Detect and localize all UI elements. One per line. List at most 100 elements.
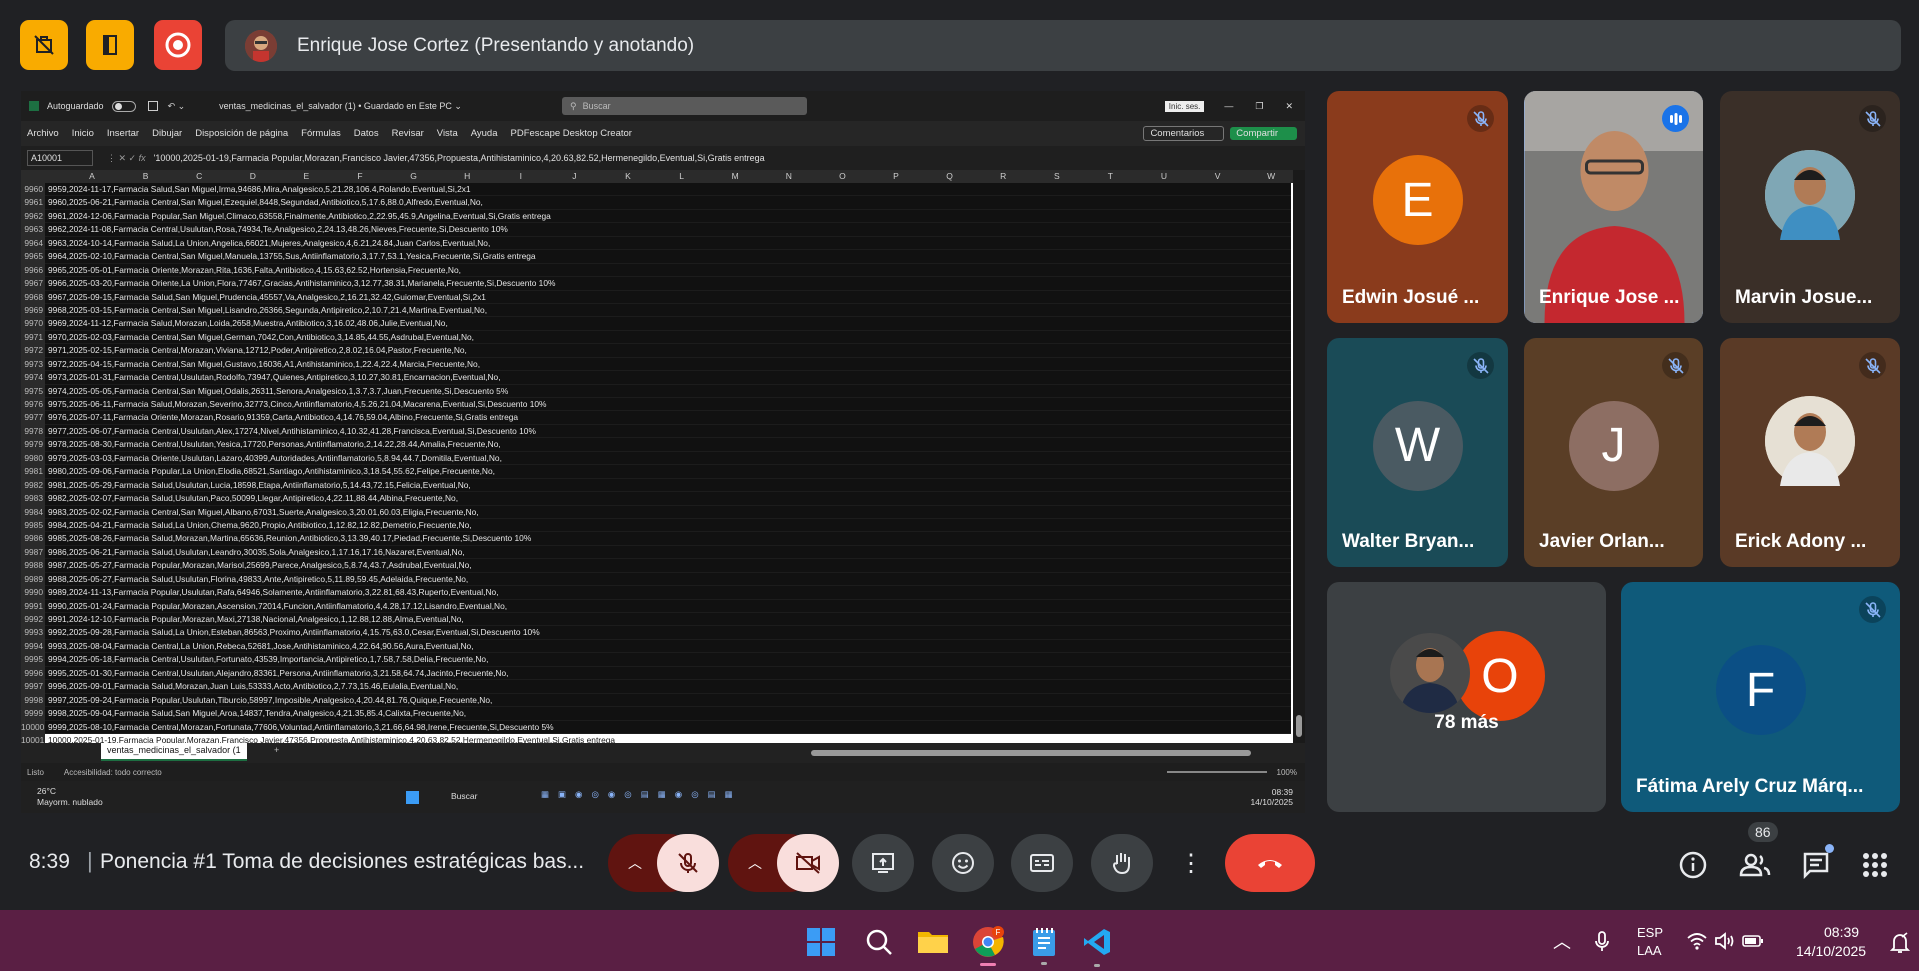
table-row[interactable]: 9984 9983,2025-02-02,Farmacia Central,San… — [21, 505, 1291, 519]
signin-button[interactable]: Inic. ses. — [1164, 100, 1205, 112]
table-row[interactable]: 9963 9962,2024-11-08,Farmacia Central,Usu… — [21, 223, 1291, 237]
row-cell-text[interactable]: 9996,2025-09-01,Farmacia Salud,Morazan,J… — [48, 681, 458, 691]
row-number[interactable]: 9994 — [21, 639, 45, 654]
table-row[interactable]: 9995 9994,2025-05-18,Farmacia Central,Usu… — [21, 653, 1291, 667]
row-number[interactable]: 9978 — [21, 424, 45, 439]
inner-search[interactable]: Buscar — [451, 791, 477, 801]
participant-tile[interactable]: E Edwin Josué ... — [1327, 91, 1508, 323]
table-row[interactable]: 9981 9980,2025-09-06,Farmacia Popular,La … — [21, 465, 1291, 479]
row-number[interactable]: 9980 — [21, 451, 45, 466]
participant-tile[interactable]: O 78 más — [1327, 582, 1606, 812]
start-button[interactable] — [806, 927, 836, 957]
table-row[interactable]: 9966 9965,2025-05-01,Farmacia Oriente,Mor… — [21, 263, 1291, 278]
column-header[interactable]: P — [869, 171, 923, 181]
row-number[interactable]: 9983 — [21, 492, 45, 506]
column-header[interactable]: U — [1137, 171, 1191, 181]
comments-button[interactable]: Comentarios — [1143, 126, 1225, 141]
row-number[interactable]: 9966 — [21, 263, 45, 278]
excel-search[interactable]: ⚲ Buscar — [561, 97, 807, 115]
row-number[interactable]: 9986 — [21, 532, 45, 546]
row-cell-text[interactable]: 9967,2025-09-15,Farmacia Salud,San Migue… — [48, 292, 486, 302]
vertical-scrollbar[interactable] — [1293, 170, 1305, 743]
table-row[interactable]: 9969 9968,2025-03-15,Farmacia Central,San… — [21, 303, 1291, 318]
row-number[interactable]: 9961 — [21, 196, 45, 210]
file-explorer-button[interactable] — [917, 927, 949, 957]
undo-icon[interactable]: ↶ ⌄ — [168, 101, 186, 112]
autosave-toggle[interactable] — [111, 100, 136, 112]
row-number[interactable]: 9988 — [21, 559, 45, 573]
row-cell-text[interactable]: 9983,2025-02-02,Farmacia Central,San Mig… — [48, 507, 479, 517]
sheet-tab[interactable]: ventas_medicinas_el_salvador (1 — [101, 743, 247, 761]
row-cell-text[interactable]: 9966,2025-03-20,Farmacia Oriente,La Unio… — [48, 278, 555, 288]
row-cell-text[interactable]: 9973,2025-01-31,Farmacia Central,Usuluta… — [48, 372, 501, 382]
table-row[interactable]: 9970 9969,2024-11-12,Farmacia Salud,Moraz… — [21, 317, 1291, 331]
volume-icon[interactable] — [1714, 931, 1736, 951]
restore-icon[interactable]: ❐ — [1255, 101, 1263, 112]
participant-tile[interactable]: Enrique Jose ... — [1524, 91, 1703, 323]
table-row[interactable]: 9972 9971,2025-02-15,Farmacia Central,Mor… — [21, 344, 1291, 358]
participant-tile[interactable]: Erick Adony ... — [1720, 338, 1900, 567]
people-button[interactable]: 86 — [1738, 822, 1778, 880]
row-cell-text[interactable]: 9990,2025-01-24,Farmacia Popular,Morazan… — [48, 601, 507, 611]
row-number[interactable]: 9993 — [21, 626, 45, 640]
minimize-icon[interactable]: — — [1224, 101, 1233, 111]
notification-bell-icon[interactable] — [1890, 932, 1910, 954]
leave-call-button[interactable] — [1225, 834, 1315, 892]
row-cell-text[interactable]: 9975,2025-06-11,Farmacia Salud,Morazan,S… — [48, 399, 546, 409]
captions-button[interactable] — [1011, 834, 1073, 892]
table-row[interactable]: 9999 9998,2025-09-04,Farmacia Salud,San M… — [21, 707, 1291, 721]
table-row[interactable]: 9989 9988,2025-05-27,Farmacia Salud,Usulu… — [21, 572, 1291, 587]
notepad-button[interactable] — [1030, 926, 1058, 965]
zoom-slider[interactable] — [1166, 771, 1267, 773]
column-header[interactable]: C — [172, 171, 226, 181]
column-header[interactable]: R — [976, 171, 1030, 181]
row-cell-text[interactable]: 9997,2025-09-24,Farmacia Popular,Usuluta… — [48, 695, 492, 705]
stop-annotating-button[interactable] — [20, 20, 68, 70]
clock-time[interactable]: 08:39 — [1824, 924, 1859, 940]
row-number[interactable]: 9975 — [21, 384, 45, 399]
table-row[interactable]: 9977 9976,2025-07-11,Farmacia Oriente,Mor… — [21, 411, 1291, 425]
row-cell-text[interactable]: 9964,2025-02-10,Farmacia Central,San Mig… — [48, 251, 536, 261]
row-number[interactable]: 9991 — [21, 599, 45, 614]
row-cell-text[interactable]: 9963,2024-10-14,Farmacia Salud,La Union,… — [48, 238, 490, 248]
row-number[interactable]: 9967 — [21, 277, 45, 291]
row-number[interactable]: 9976 — [21, 398, 45, 412]
row-cell-text[interactable]: 9970,2025-02-03,Farmacia Central,San Mig… — [48, 332, 474, 342]
clock-date[interactable]: 14/10/2025 — [1796, 943, 1866, 959]
row-cell-text[interactable]: 9977,2025-06-07,Farmacia Central,Usuluta… — [48, 426, 536, 436]
column-header[interactable]: E — [279, 171, 333, 181]
row-cell-text[interactable]: 9969,2024-11-12,Farmacia Salud,Morazan,L… — [48, 318, 448, 328]
table-row[interactable]: 9979 9978,2025-08-30,Farmacia Central,Usu… — [21, 438, 1291, 452]
row-cell-text[interactable]: 9980,2025-09-06,Farmacia Popular,La Unio… — [48, 466, 495, 476]
column-header[interactable]: B — [119, 171, 173, 181]
row-number[interactable]: 9979 — [21, 438, 45, 452]
table-row[interactable]: 9962 9961,2024-12-06,Farmacia Popular,San… — [21, 209, 1291, 224]
table-row[interactable]: 9964 9963,2024-10-14,Farmacia Salud,La Un… — [21, 236, 1291, 251]
row-number[interactable]: 9962 — [21, 209, 45, 224]
horizontal-scrollbar[interactable] — [811, 750, 1251, 756]
table-row[interactable]: 9976 9975,2025-06-11,Farmacia Salud,Moraz… — [21, 398, 1291, 412]
row-cell-text[interactable]: 10000,2025-01-19,Farmacia Popular,Moraza… — [48, 735, 615, 743]
column-header[interactable]: N — [762, 171, 816, 181]
column-header[interactable]: L — [655, 171, 709, 181]
menu-item[interactable]: Insertar — [107, 128, 139, 139]
column-header[interactable]: V — [1191, 171, 1245, 181]
present-button[interactable] — [852, 834, 914, 892]
more-options-button[interactable]: ⋮ — [1171, 834, 1211, 892]
table-row[interactable]: 9987 9986,2025-06-21,Farmacia Salud,Usulu… — [21, 545, 1291, 560]
row-number[interactable]: 9973 — [21, 357, 45, 372]
row-number[interactable]: 9999 — [21, 707, 45, 721]
menu-item[interactable]: Vista — [437, 128, 458, 139]
column-header[interactable]: G — [387, 171, 441, 181]
table-row[interactable]: 9974 9973,2025-01-31,Farmacia Central,Usu… — [21, 371, 1291, 385]
column-header[interactable]: A — [65, 171, 119, 181]
table-row[interactable]: 10001 10000,2025-01-19,Farmacia Popular,M… — [21, 733, 1291, 743]
language-code[interactable]: ESP — [1637, 925, 1663, 940]
row-number[interactable]: 9964 — [21, 236, 45, 251]
row-number[interactable]: 9960 — [21, 183, 45, 197]
table-row[interactable]: 9994 9993,2025-08-04,Farmacia Central,La … — [21, 639, 1291, 654]
table-row[interactable]: 9967 9966,2025-03-20,Farmacia Oriente,La … — [21, 277, 1291, 291]
row-cell-text[interactable]: 9968,2025-03-15,Farmacia Central,San Mig… — [48, 305, 487, 315]
raise-hand-button[interactable] — [1091, 834, 1153, 892]
table-row[interactable]: 9980 9979,2025-03-03,Farmacia Oriente,Usu… — [21, 451, 1291, 466]
